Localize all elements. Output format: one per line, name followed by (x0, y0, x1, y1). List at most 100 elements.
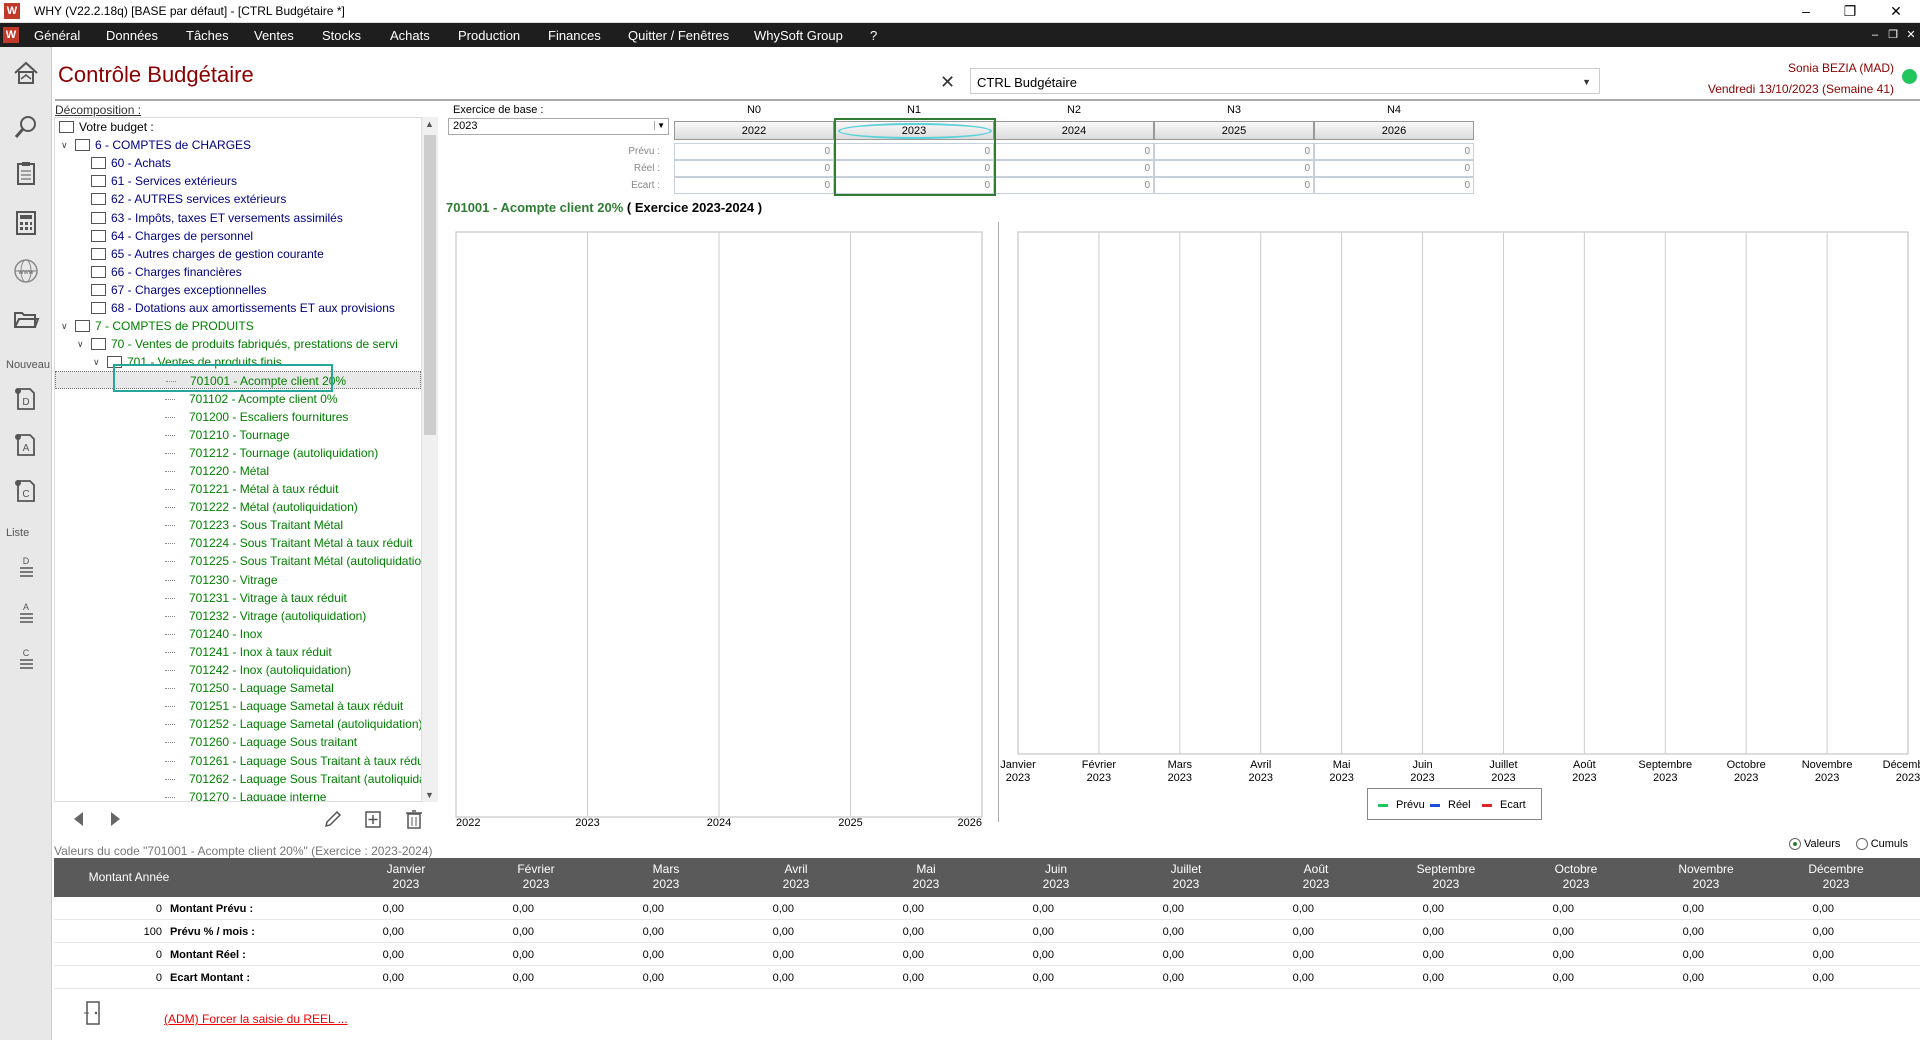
tree-item[interactable]: 701230 - Vitrage (55, 571, 421, 589)
tree-item[interactable]: ∨ 6 - COMPTES de CHARGES (55, 136, 421, 154)
month-value-cell[interactable]: 0,00 (1734, 903, 1834, 915)
menu-donnees[interactable]: Données (106, 28, 158, 43)
tree-item[interactable]: 701231 - Vitrage à taux réduit (55, 589, 421, 607)
clipboard-icon[interactable] (12, 159, 40, 187)
home-icon[interactable] (12, 59, 40, 87)
folder-open-icon[interactable] (12, 305, 40, 333)
force-real-entry-link[interactable]: (ADM) Forcer la saisie du REEL ... (164, 1012, 348, 1026)
year-value-cell[interactable]: 0 (674, 177, 834, 194)
month-value-cell[interactable]: 0,00 (1604, 972, 1704, 984)
menu-ventes[interactable]: Ventes (254, 28, 294, 43)
month-value-cell[interactable]: 0,00 (1084, 949, 1184, 961)
tree-item[interactable]: 66 - Charges financières (55, 263, 421, 281)
tree-item[interactable]: 701262 - Laquage Sous Traitant (autoliqu… (55, 770, 421, 788)
year-value-cell[interactable]: 0 (994, 143, 1154, 160)
year-value-cell[interactable]: 0 (994, 160, 1154, 177)
month-value-cell[interactable]: 0,00 (824, 972, 924, 984)
year-value-cell[interactable]: 0 (1314, 177, 1474, 194)
scroll-thumb[interactable] (424, 135, 436, 435)
month-value-cell[interactable]: 0,00 (1084, 972, 1184, 984)
tree-item[interactable]: 701232 - Vitrage (autoliquidation) (55, 607, 421, 625)
tree-item[interactable]: 63 - Impôts, taxes ET versements assimil… (55, 209, 421, 227)
scroll-up-icon[interactable]: ▲ (425, 119, 434, 129)
tree-item[interactable]: ∨ 70 - Ventes de produits fabriqués, pres… (55, 335, 421, 353)
month-value-cell[interactable]: 0,00 (694, 972, 794, 984)
month-value-cell[interactable]: 0,00 (1734, 972, 1834, 984)
month-value-cell[interactable]: 0,00 (564, 972, 664, 984)
year-value-cell[interactable]: 0 (1154, 160, 1314, 177)
tree-item[interactable]: 68 - Dotations aux amortissements ET aux… (55, 299, 421, 317)
tree-item[interactable]: 67 - Charges exceptionnelles (55, 281, 421, 299)
month-value-cell[interactable]: 0,00 (564, 949, 664, 961)
year-value-cell[interactable]: 0 (994, 177, 1154, 194)
year-value-cell[interactable]: 0 (674, 143, 834, 160)
new-document-a-icon[interactable]: A (12, 431, 40, 459)
expand-chevron-icon[interactable]: ∨ (77, 335, 84, 353)
scroll-down-icon[interactable]: ▼ (425, 790, 434, 800)
tree-item[interactable]: 701242 - Inox (autoliquidation) (55, 661, 421, 679)
year-button[interactable]: 2022 (674, 121, 834, 140)
month-value-cell[interactable]: 0,00 (564, 903, 664, 915)
new-document-c-icon[interactable]: C (12, 477, 40, 505)
tree-item[interactable]: Votre budget : (55, 118, 421, 136)
tree-item[interactable]: 60 - Achats (55, 154, 421, 172)
row-annual-amount[interactable]: 0 (62, 949, 162, 961)
year-button[interactable]: 2026 (1314, 121, 1474, 140)
month-value-cell[interactable]: 0,00 (694, 926, 794, 938)
year-value-cell[interactable]: 0 (1314, 143, 1474, 160)
month-value-cell[interactable]: 0,00 (824, 903, 924, 915)
month-value-cell[interactable]: 0,00 (1734, 926, 1834, 938)
month-value-cell[interactable]: 0,00 (1214, 926, 1314, 938)
tree-item[interactable]: 701220 - Métal (55, 462, 421, 480)
mdi-close-button[interactable]: ✕ (1904, 28, 1918, 42)
tree-item[interactable]: 65 - Autres charges de gestion courante (55, 245, 421, 263)
restore-button[interactable]: ❐ (1830, 2, 1870, 20)
year-value-cell[interactable]: 0 (1154, 177, 1314, 194)
month-value-cell[interactable]: 0,00 (304, 926, 404, 938)
menu-whysoft-group[interactable]: WhySoft Group (754, 28, 843, 43)
next-arrow-icon[interactable] (104, 808, 126, 830)
month-value-cell[interactable]: 0,00 (1084, 903, 1184, 915)
tree-item[interactable]: 701223 - Sous Traitant Métal (55, 516, 421, 534)
expand-chevron-icon[interactable]: ∨ (61, 317, 68, 335)
tree-item[interactable]: 62 - AUTRES services extérieurs (55, 190, 421, 208)
tree-item[interactable]: 701221 - Métal à taux réduit (55, 480, 421, 498)
edit-pencil-icon[interactable] (322, 808, 344, 830)
previous-arrow-icon[interactable] (68, 808, 90, 830)
radio-cumuls[interactable] (1855, 838, 1868, 851)
month-value-cell[interactable]: 0,00 (954, 972, 1054, 984)
month-value-cell[interactable]: 0,00 (1344, 903, 1444, 915)
month-value-cell[interactable]: 0,00 (954, 903, 1054, 915)
ctrl-budget-select[interactable]: CTRL Budgétaire ▼ (970, 68, 1600, 94)
menu-achats[interactable]: Achats (390, 28, 430, 43)
tree-item[interactable]: 701222 - Métal (autoliquidation) (55, 498, 421, 516)
month-value-cell[interactable]: 0,00 (1604, 926, 1704, 938)
month-value-cell[interactable]: 0,00 (824, 949, 924, 961)
month-value-cell[interactable]: 0,00 (1604, 949, 1704, 961)
month-value-cell[interactable]: 0,00 (1214, 949, 1314, 961)
tree-item[interactable]: 701270 - Laquage interne (55, 788, 421, 801)
add-item-icon[interactable] (362, 808, 384, 830)
globe-www-icon[interactable]: www (12, 257, 40, 285)
month-value-cell[interactable]: 0,00 (1344, 949, 1444, 961)
year-value-cell[interactable]: 0 (674, 160, 834, 177)
month-value-cell[interactable]: 0,00 (1344, 972, 1444, 984)
exercice-select[interactable]: 2023 ▼ (448, 118, 669, 135)
row-annual-amount[interactable]: 0 (62, 972, 162, 984)
menu-quitter-fenetres[interactable]: Quitter / Fenêtres (628, 28, 729, 43)
month-value-cell[interactable]: 0,00 (304, 903, 404, 915)
row-annual-amount[interactable]: 100 (62, 926, 162, 938)
list-c-icon[interactable]: C (12, 645, 40, 673)
year-button[interactable]: 2024 (994, 121, 1154, 140)
tree-item[interactable]: 701200 - Escaliers fournitures (55, 408, 421, 426)
menu-taches[interactable]: Tâches (186, 28, 229, 43)
tree-item[interactable]: 61 - Services extérieurs (55, 172, 421, 190)
month-value-cell[interactable]: 0,00 (1474, 903, 1574, 915)
expand-chevron-icon[interactable]: ∨ (93, 353, 100, 371)
list-a-icon[interactable]: A (12, 599, 40, 627)
tree-item[interactable]: 701240 - Inox (55, 625, 421, 643)
month-value-cell[interactable]: 0,00 (1214, 972, 1314, 984)
month-value-cell[interactable]: 0,00 (1734, 949, 1834, 961)
tree-item[interactable]: 701225 - Sous Traitant Métal (autoliquid… (55, 552, 421, 570)
month-value-cell[interactable]: 0,00 (1084, 926, 1184, 938)
